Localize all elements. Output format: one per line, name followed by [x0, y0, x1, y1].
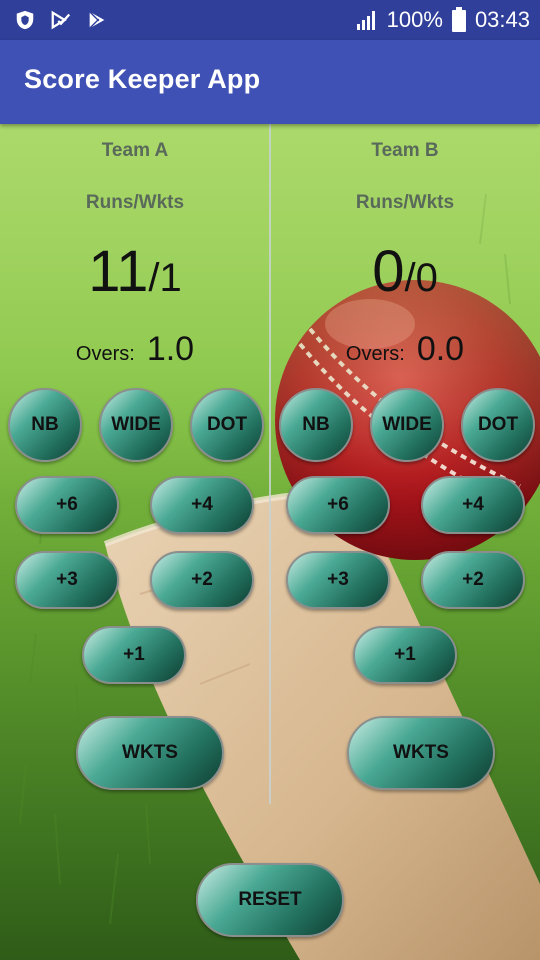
team-b-wickets: /0	[404, 256, 438, 300]
team-a-wickets: /1	[148, 256, 182, 300]
team-a-plus4-button[interactable]: +4	[150, 476, 254, 534]
team-b-wide-button[interactable]: WIDE	[370, 388, 444, 462]
check-notification-icon	[51, 10, 71, 30]
team-b-nb-button[interactable]: NB	[279, 388, 353, 462]
team-b-plus1-button[interactable]: +1	[353, 626, 457, 684]
team-a-plus3-button[interactable]: +3	[15, 551, 119, 609]
shield-icon	[16, 10, 34, 30]
team-b-plus4-button[interactable]: +4	[421, 476, 525, 534]
team-a-runs-label: Runs/Wkts	[85, 192, 185, 213]
team-b-runs: 0	[372, 239, 405, 304]
clock: 03:43	[474, 7, 530, 32]
team-a-wide-button[interactable]: WIDE	[99, 388, 173, 462]
team-divider	[269, 124, 271, 804]
app-title: Score Keeper App	[24, 64, 261, 94]
team-a-overs: Overs: 1.0	[0, 330, 270, 369]
reset-button[interactable]: RESET	[196, 863, 344, 937]
team-a-name: Team A	[101, 140, 169, 161]
team-b-dot-button[interactable]: DOT	[461, 388, 535, 462]
team-a-overs-value: 1.0	[146, 330, 195, 368]
team-b-plus3-button[interactable]: +3	[286, 551, 390, 609]
battery-percent: 100%	[386, 7, 443, 32]
team-b-plus6-button[interactable]: +6	[286, 476, 390, 534]
team-a-plus1-button[interactable]: +1	[82, 626, 186, 684]
team-b-wkts-button[interactable]: WKTS	[347, 716, 495, 790]
team-a-plus2-button[interactable]: +2	[150, 551, 254, 609]
signal-icon	[356, 11, 375, 30]
battery-icon	[451, 7, 466, 32]
team-a-overs-label: Overs:	[75, 343, 135, 365]
team-b-score: 0/0	[270, 238, 540, 305]
team-b-overs: Overs: 0.0	[270, 330, 540, 369]
team-b-plus2-button[interactable]: +2	[421, 551, 525, 609]
team-b-overs-value: 0.0	[416, 330, 465, 368]
play-store-icon	[89, 11, 105, 29]
team-a-wkts-button[interactable]: WKTS	[76, 716, 224, 790]
team-a-dot-button[interactable]: DOT	[190, 388, 264, 462]
team-b-overs-label: Overs:	[345, 343, 405, 365]
team-a-score: 11/1	[0, 238, 270, 305]
status-bar: 100% 03:43	[0, 0, 540, 40]
team-a-runs: 11	[88, 239, 149, 304]
team-b-name: Team B	[371, 140, 439, 161]
team-a-nb-button[interactable]: NB	[8, 388, 82, 462]
team-a-plus6-button[interactable]: +6	[15, 476, 119, 534]
team-b-runs-label: Runs/Wkts	[355, 192, 455, 213]
app-bar: Score Keeper App	[0, 40, 540, 124]
